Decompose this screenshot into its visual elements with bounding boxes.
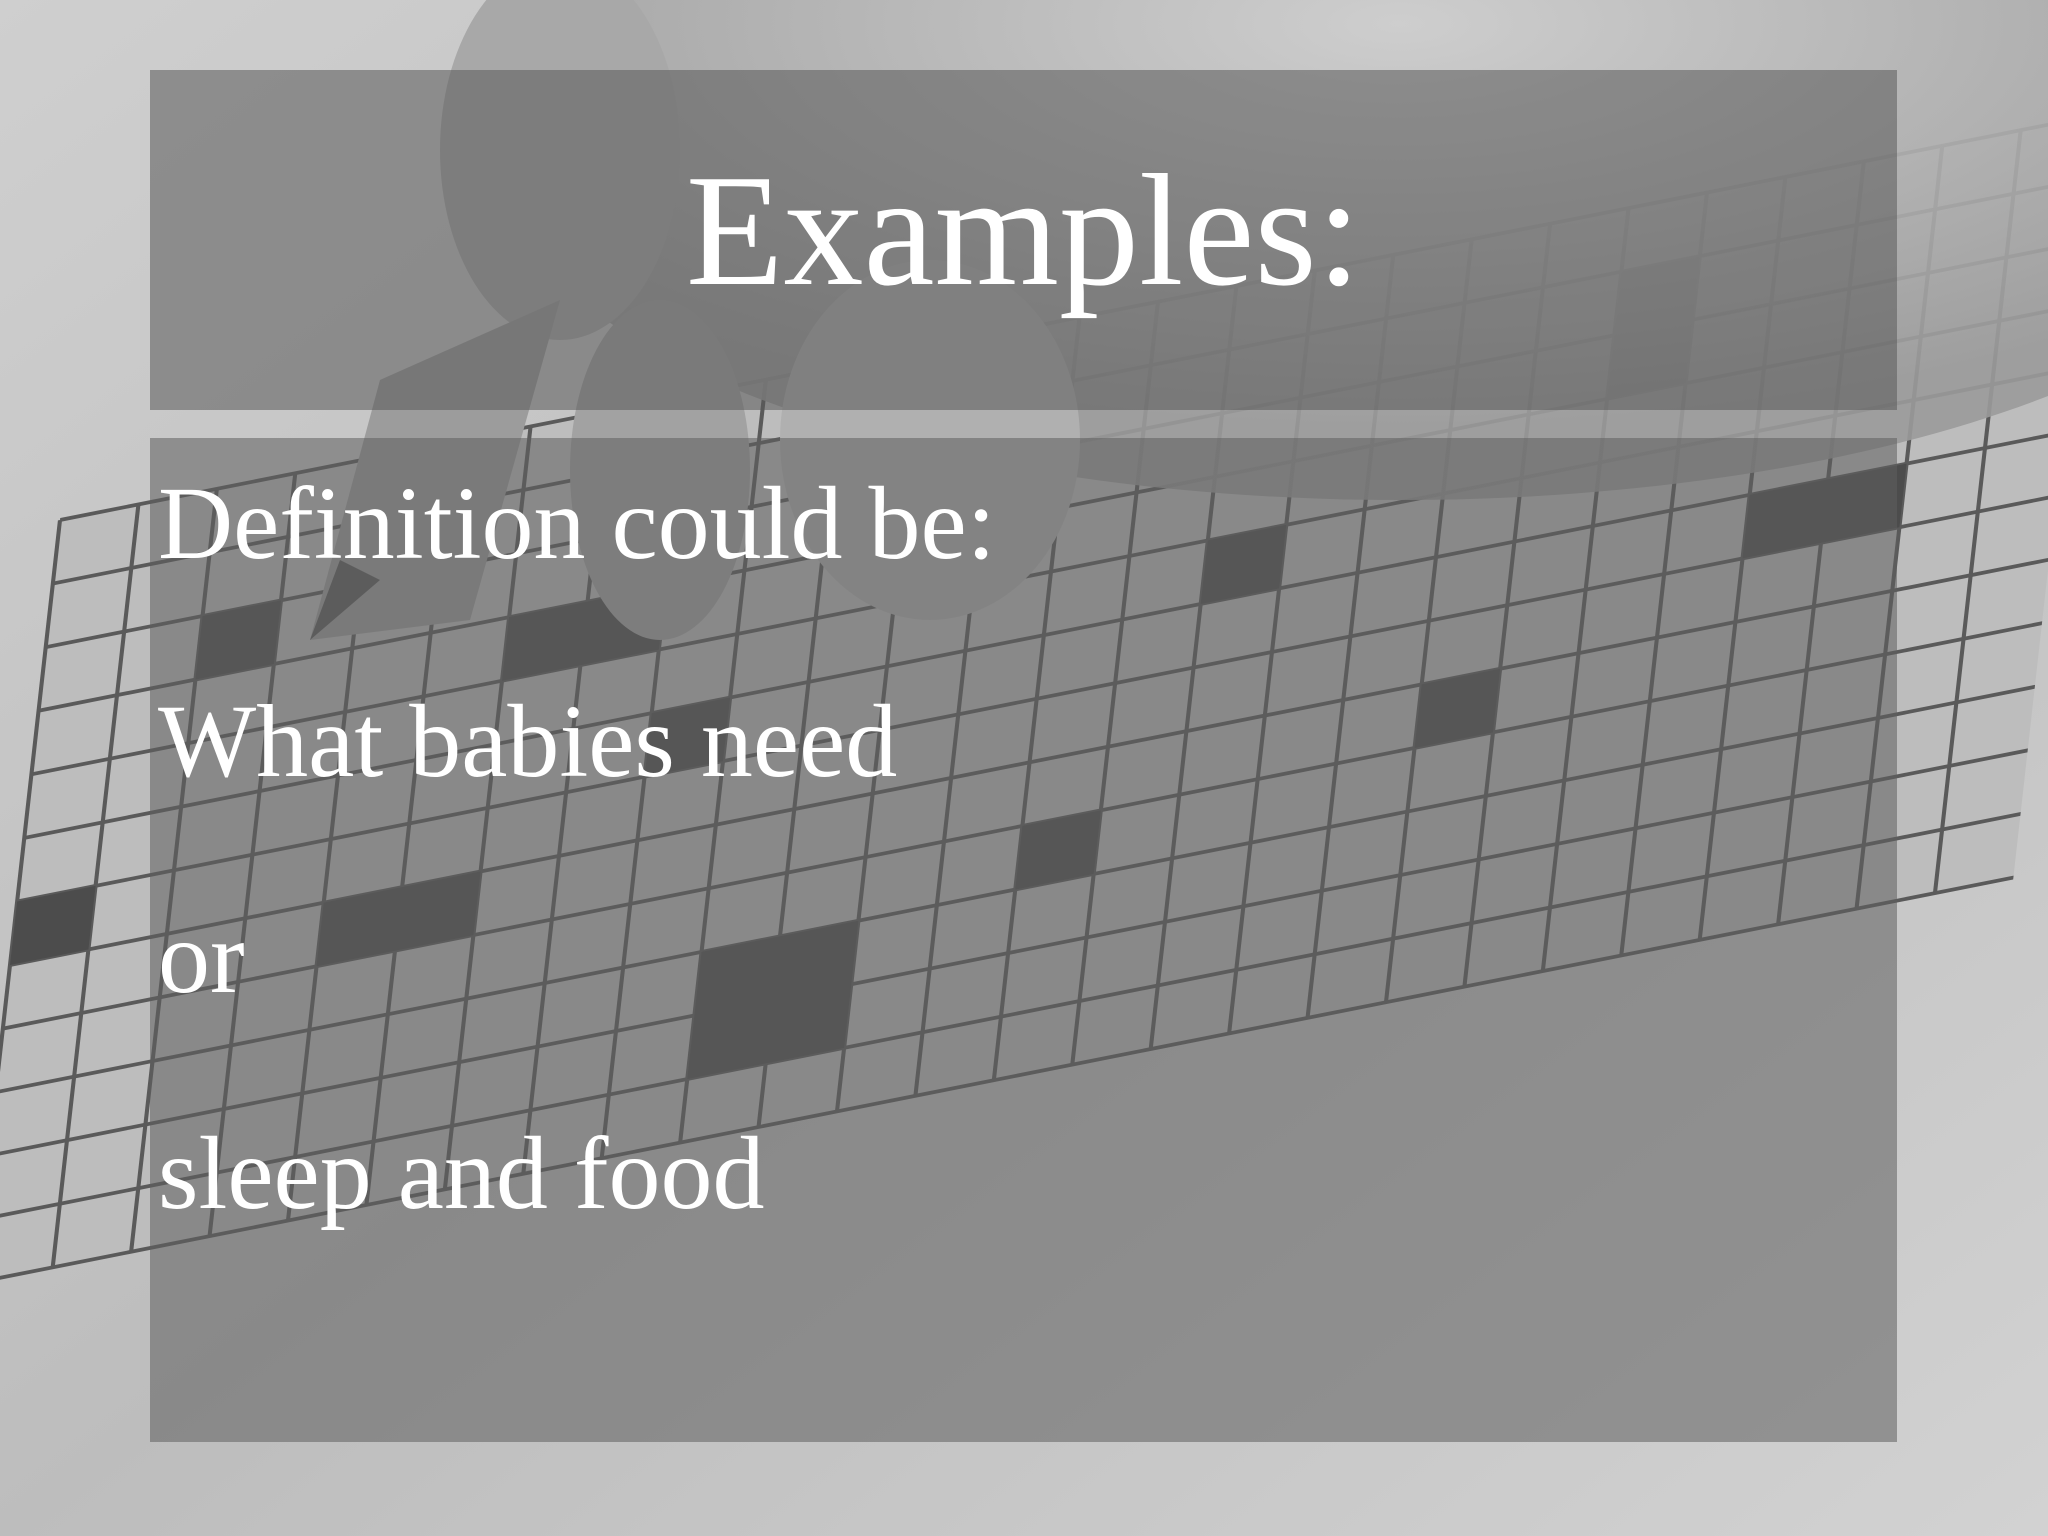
- definition-line: Definition could be:: [158, 466, 996, 581]
- example-line-2: sleep and food: [158, 1116, 765, 1231]
- example-line-1: What babies need: [158, 684, 898, 799]
- connector-line: or: [158, 900, 245, 1015]
- title-panel: Examples:: [150, 70, 1897, 410]
- slide-title: Examples:: [685, 141, 1362, 319]
- content-panel: Definition could be: What babies need or…: [150, 438, 1897, 1442]
